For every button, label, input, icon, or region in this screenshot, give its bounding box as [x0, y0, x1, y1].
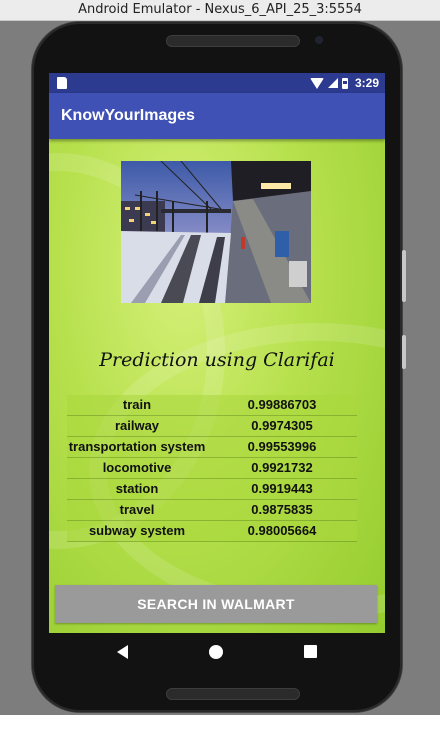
prediction-score: 0.9875835: [251, 502, 313, 517]
back-icon[interactable]: [117, 645, 128, 659]
prediction-label: railway: [114, 418, 160, 433]
prediction-label: subway system: [88, 523, 186, 538]
front-camera: [315, 36, 323, 44]
prediction-label: transportation system: [68, 439, 206, 454]
home-icon[interactable]: [209, 645, 223, 659]
prediction-label: station: [115, 481, 159, 496]
prediction-score: 0.99886703: [247, 397, 317, 412]
sd-card-icon: [57, 77, 67, 89]
status-bar: 3:29: [49, 73, 385, 93]
prediction-label: travel: [119, 502, 155, 517]
volume-button[interactable]: [402, 335, 406, 369]
app-title: KnowYourImages: [61, 107, 195, 124]
recents-icon[interactable]: [304, 645, 317, 658]
status-time: 3:29: [354, 76, 379, 90]
prediction-row: transportation system 0.99553996: [67, 437, 357, 458]
prediction-score: 0.99553996: [247, 439, 317, 454]
prediction-row: station 0.9919443: [67, 479, 357, 500]
prediction-row: railway 0.9974305: [67, 416, 357, 437]
emulator-window-title: Android Emulator - Nexus_6_API_25_3:5554: [0, 0, 440, 21]
analyzed-photo: [121, 161, 311, 303]
cell-signal-icon: [327, 78, 338, 88]
prediction-heading: Prediction using Clarifai: [99, 349, 335, 371]
prediction-score: 0.98005664: [247, 523, 317, 538]
navigation-bar: [49, 633, 385, 673]
power-button[interactable]: [402, 250, 406, 302]
search-walmart-button[interactable]: SEARCH IN WALMART: [55, 585, 377, 623]
prediction-score: 0.9919443: [251, 481, 313, 496]
wifi-icon: [309, 77, 324, 89]
prediction-row: travel 0.9875835: [67, 500, 357, 521]
prediction-score: 0.9921732: [251, 460, 313, 475]
prediction-label: locomotive: [102, 460, 172, 475]
prediction-label: train: [122, 397, 152, 412]
battery-icon: [341, 77, 348, 89]
top-speaker: [166, 35, 300, 47]
device-screen: 3:29 KnowYourImages Prediction using Cla…: [49, 73, 385, 633]
bottom-speaker: [166, 688, 300, 700]
app-bar: KnowYourImages: [49, 93, 385, 139]
prediction-table: train 0.99886703 railway 0.9974305 trans…: [67, 395, 357, 542]
bottom-strip: [0, 715, 440, 735]
prediction-row: train 0.99886703: [67, 395, 357, 416]
prediction-score: 0.9974305: [251, 418, 313, 433]
prediction-row: locomotive 0.9921732: [67, 458, 357, 479]
prediction-row: subway system 0.98005664: [67, 521, 357, 542]
